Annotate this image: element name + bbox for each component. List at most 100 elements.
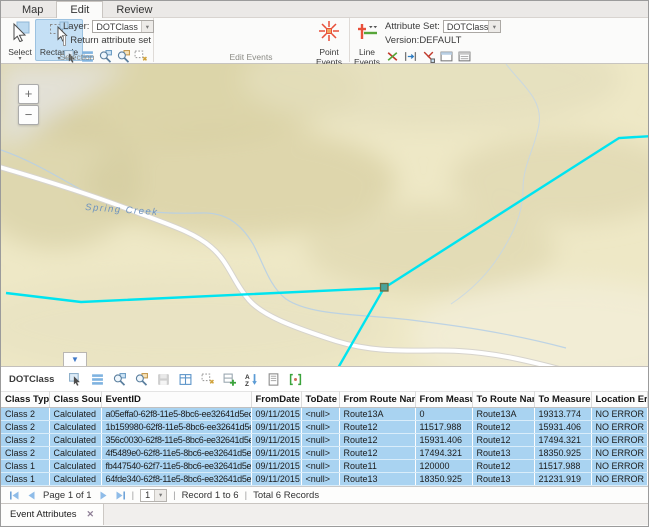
trim-event-icon[interactable] (403, 49, 418, 64)
tab-review[interactable]: Review (103, 2, 165, 17)
attribute-set-combobox[interactable]: DOTClass ▾ (443, 20, 501, 33)
table-cell: Calculated (49, 473, 101, 486)
sort-icon[interactable]: AZ (244, 372, 259, 387)
column-header-location-error[interactable]: Location Error (591, 392, 648, 408)
last-page-button[interactable] (115, 490, 126, 501)
next-page-button[interactable] (98, 490, 109, 501)
form-icon[interactable] (266, 372, 281, 387)
pan-to-selection-icon[interactable] (134, 372, 149, 387)
select-attributes-icon[interactable] (68, 372, 83, 387)
layer-combobox[interactable]: DOTClass ▾ (92, 20, 154, 33)
ribbon: Map Edit Review Select ▾ Rectangle ▾ (1, 1, 648, 64)
page-number-value: 1 (141, 490, 154, 500)
table-row[interactable]: Class 1Calculatedfb447540-62f7-11e5-8bc6… (1, 460, 648, 473)
total-records-status: Total 6 Records (253, 490, 319, 501)
line-events-label: Line (350, 48, 384, 57)
event-attributes-tab-label: Event Attributes (10, 509, 77, 520)
table-cell: 120000 (415, 460, 472, 473)
map-view[interactable]: Spring Creek + − ▼ (1, 64, 648, 366)
table-cell: 09/11/2015 (251, 473, 301, 486)
table-cell: 19313.774 (534, 408, 591, 421)
table-row[interactable]: Class 2Calculated1b159980-62f8-11e5-8bc6… (1, 421, 648, 434)
tab-event-attributes[interactable]: Event Attributes ✕ (1, 504, 104, 525)
layer-label: Layer: (63, 21, 89, 32)
page-number-combobox[interactable]: 1 ▾ (140, 489, 167, 502)
edit-events-tools (385, 49, 499, 64)
column-header-from-measure[interactable]: From Measure (415, 392, 472, 408)
triangle-down-icon: ▼ (71, 355, 79, 364)
table-cell: Route12 (339, 421, 415, 434)
snap-event-icon[interactable] (421, 49, 436, 64)
column-header-to-measure[interactable]: To Measure (534, 392, 591, 408)
separator: | (173, 490, 175, 501)
table-cell: NO ERROR (591, 473, 648, 486)
previous-page-button[interactable] (26, 490, 37, 501)
table-row[interactable]: Class 1Calculated64fde340-62f8-11e5-8bc6… (1, 473, 648, 486)
first-page-button[interactable] (9, 490, 20, 501)
column-header-todate[interactable]: ToDate (301, 392, 339, 408)
table-cell: Calculated (49, 434, 101, 447)
table-cell: 21231.919 (534, 473, 591, 486)
close-icon[interactable]: ✕ (87, 509, 95, 520)
page-status: Page 1 of 1 (43, 490, 92, 501)
table-cell: <null> (301, 434, 339, 447)
panel-collapse-button[interactable]: ▼ (63, 352, 87, 366)
record-range-status: Record 1 to 6 (182, 490, 239, 501)
column-header-class-type[interactable]: Class Type (1, 392, 49, 408)
line-events-icon (356, 29, 378, 46)
route-junction-marker[interactable] (381, 284, 389, 292)
column-header-fromdate[interactable]: FromDate (251, 392, 301, 408)
table-cell: Calculated (49, 447, 101, 460)
tab-map[interactable]: Map (9, 2, 56, 17)
chevron-down-icon[interactable]: ▾ (154, 490, 166, 501)
table-cell: 18350.925 (534, 447, 591, 460)
column-header-from-route-name[interactable]: From Route Name (339, 392, 415, 408)
ribbon-body: Select ▾ Rectangle ▾ Layer: DOTClass ▾ (1, 18, 648, 62)
table-cell: NO ERROR (591, 460, 648, 473)
event-window-icon[interactable] (439, 49, 454, 64)
table-cell: Class 2 (1, 434, 49, 447)
selected-rows-icon[interactable] (90, 372, 105, 387)
zoom-in-button[interactable]: + (18, 84, 39, 104)
table-row[interactable]: Class 2Calculated356c0030-62f8-11e5-8bc6… (1, 434, 648, 447)
line-events-button[interactable]: Line Events (349, 19, 385, 61)
table-cell: 18350.925 (415, 473, 472, 486)
split-event-icon[interactable] (385, 49, 400, 64)
table-cell: Route13A (472, 408, 534, 421)
column-header-to-route-name[interactable]: To Route Name (472, 392, 534, 408)
chevron-down-icon[interactable]: ▾ (488, 21, 500, 32)
table-row[interactable]: Class 2Calculated4f5489e0-62f8-11e5-8bc6… (1, 447, 648, 460)
grid-toolbar-icons: AZ (68, 372, 310, 387)
svg-text:Z: Z (245, 381, 249, 386)
table-cell: <null> (301, 447, 339, 460)
zoom-to-selection-icon[interactable] (112, 372, 127, 387)
event-form-icon[interactable] (457, 49, 472, 64)
attribute-set-value: DOTClass (444, 22, 488, 32)
table-row[interactable]: Class 2Calculateda05effa0-62f8-11e5-8bc6… (1, 408, 648, 421)
table-cell: NO ERROR (591, 421, 648, 434)
split-range-icon[interactable] (288, 372, 303, 387)
table-cell: NO ERROR (591, 434, 648, 447)
table-cell: Route12 (339, 434, 415, 447)
version-label: Version:DEFAULT (385, 35, 461, 46)
table-cell: 09/11/2015 (251, 447, 301, 460)
pagination-bar: Page 1 of 1 | 1 ▾ | Record 1 to 6 | Tota… (1, 486, 648, 503)
column-header-eventid[interactable]: EventID (101, 392, 251, 408)
chevron-down-icon[interactable]: ▾ (141, 21, 153, 32)
selection-group-label: Selection (1, 52, 153, 62)
table-cell: fb447540-62f7-11e5-8bc6-ee32641d5ec9 (101, 460, 251, 473)
tab-edit[interactable]: Edit (56, 1, 103, 18)
save-icon[interactable] (156, 372, 171, 387)
table-cell: 356c0030-62f8-11e5-8bc6-ee32641d5ec9 (101, 434, 251, 447)
attribute-table: Class TypeClass SourceEventIDFromDateToD… (1, 391, 648, 486)
add-selection-icon[interactable] (222, 372, 237, 387)
zoom-out-button[interactable]: − (18, 105, 39, 125)
table-cell: 4f5489e0-62f8-11e5-8bc6-ee32641d5ec9 (101, 447, 251, 460)
table-cell: <null> (301, 408, 339, 421)
column-header-class-source[interactable]: Class Source (49, 392, 101, 408)
switch-grid-icon[interactable] (178, 372, 193, 387)
table-cell: Route12 (472, 421, 534, 434)
group-edit-events: Point Events Line Events Attribute Set: … (153, 18, 350, 62)
clear-selection-icon[interactable] (200, 372, 215, 387)
return-attribute-set-checkbox[interactable] (63, 35, 66, 46)
